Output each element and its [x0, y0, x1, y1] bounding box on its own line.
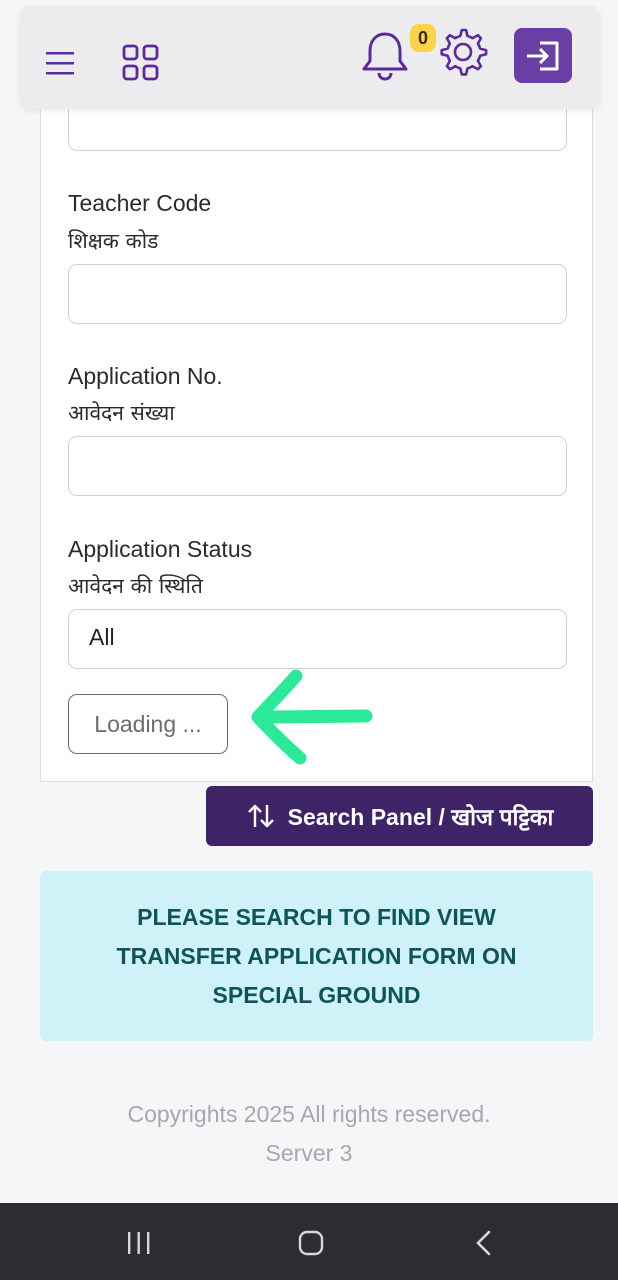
sign-in-button[interactable] [514, 28, 572, 83]
copyright-text: Copyrights 2025 All rights reserved. [127, 1101, 491, 1127]
application-status-label-hindi: आवेदन की स्थिति [68, 574, 203, 598]
bell-icon[interactable] [360, 30, 410, 82]
app-screen: Teacher Code शिक्षक कोड Application No. … [0, 0, 618, 1280]
grid-apps-icon[interactable] [122, 44, 160, 82]
teacher-code-input[interactable] [68, 264, 567, 324]
hamburger-menu-icon[interactable] [46, 50, 76, 76]
system-navigation-bar [0, 1203, 618, 1280]
swap-vertical-arrows-icon [247, 804, 274, 828]
info-alert: PLEASE SEARCH TO FIND VIEW TRANSFER APPL… [40, 871, 593, 1041]
home-icon[interactable] [298, 1230, 324, 1256]
hand-drawn-arrow-icon [251, 669, 373, 765]
footer: Copyrights 2025 All rights reserved. Ser… [0, 1095, 618, 1173]
gear-icon[interactable] [436, 26, 488, 78]
search-submit-button[interactable]: Loading ... [68, 694, 228, 754]
info-alert-message: PLEASE SEARCH TO FIND VIEW TRANSFER APPL… [116, 903, 517, 1008]
back-icon[interactable] [474, 1230, 494, 1256]
search-panel-toggle-button[interactable]: Search Panel / खोज पट्टिका [206, 786, 593, 846]
server-text: Server 3 [265, 1140, 353, 1166]
top-navbar: 0 [20, 6, 600, 109]
teacher-code-label-hindi: शिक्षक कोड [68, 229, 159, 253]
application-status-select[interactable]: All [68, 609, 567, 669]
application-status-selected-value: All [89, 624, 115, 650]
application-no-label-hindi: आवेदन संख्या [68, 401, 175, 425]
notification-count-badge: 0 [410, 24, 436, 52]
teacher-code-label: Teacher Code [68, 190, 212, 216]
sign-in-arrow-icon [527, 41, 559, 70]
application-status-label: Application Status [68, 536, 253, 562]
recents-icon[interactable] [126, 1231, 152, 1255]
application-no-label: Application No. [68, 363, 223, 389]
search-panel-toggle-label: Search Panel / खोज पट्टिका [287, 804, 554, 830]
application-no-input[interactable] [68, 436, 567, 496]
